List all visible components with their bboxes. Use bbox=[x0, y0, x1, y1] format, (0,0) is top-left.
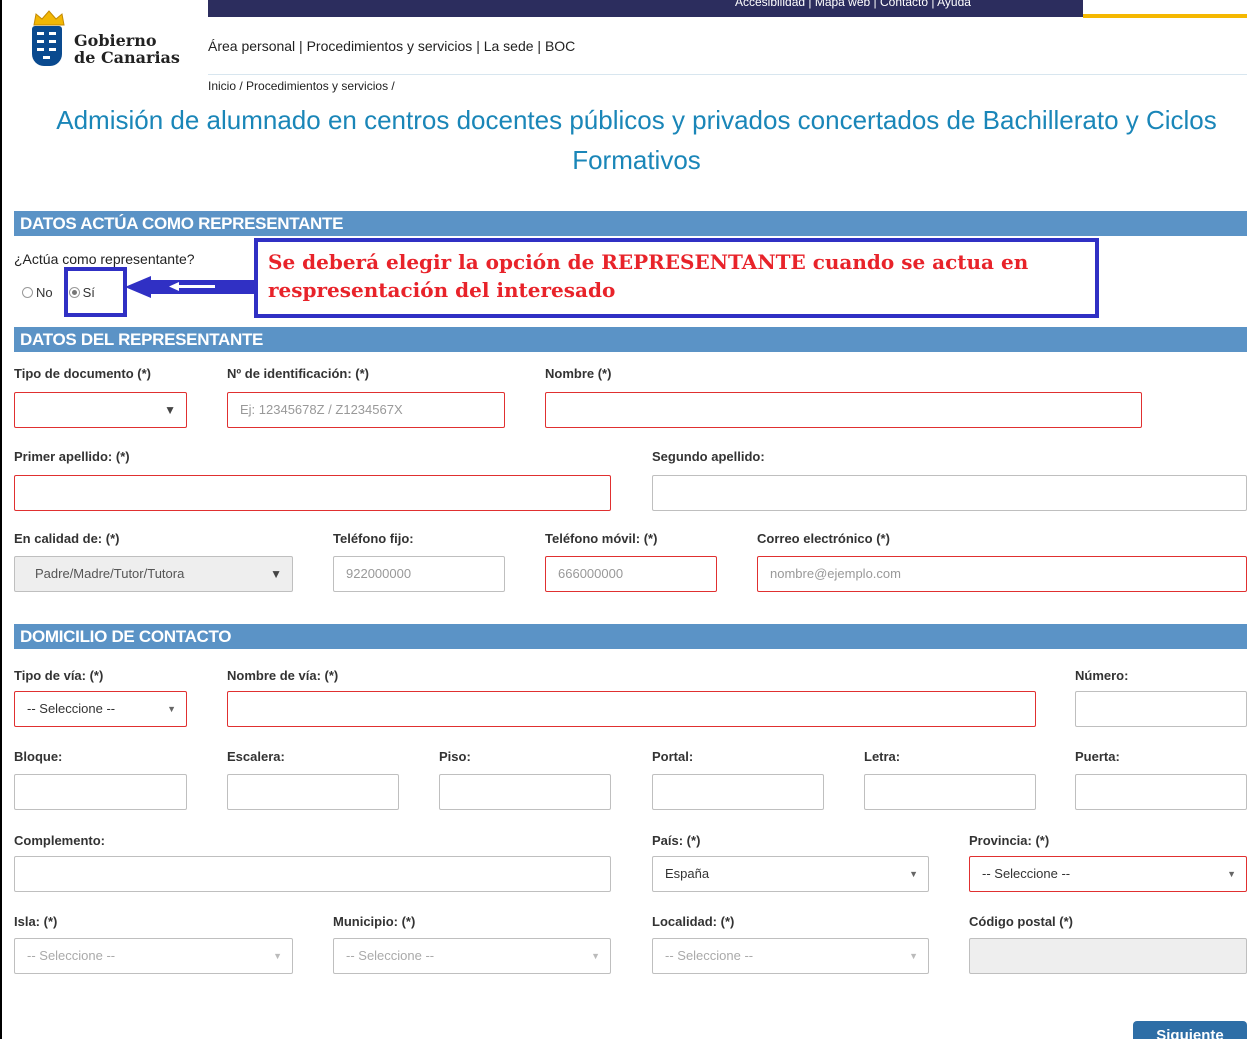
municipio-label: Municipio: (*) bbox=[333, 914, 416, 929]
correo-placeholder: nombre@ejemplo.com bbox=[770, 566, 901, 581]
localidad-select[interactable]: -- Seleccione -- ▼ bbox=[652, 938, 929, 974]
isla-value: -- Seleccione -- bbox=[27, 948, 116, 963]
calidad-value: Padre/Madre/Tutor/Tutora bbox=[35, 566, 185, 581]
nav-divider bbox=[208, 74, 1247, 75]
num-identificacion-input[interactable]: Ej: 12345678Z / Z1234567X bbox=[227, 392, 505, 428]
top-accent-stripe bbox=[1083, 14, 1247, 18]
provincia-value: -- Seleccione -- bbox=[982, 866, 1071, 881]
portal-input[interactable] bbox=[652, 774, 824, 810]
logo-text: Gobierno de Canarias bbox=[74, 32, 180, 66]
tipo-documento-label: Tipo de documento (*) bbox=[14, 366, 151, 381]
piso-input[interactable] bbox=[439, 774, 611, 810]
logo-line-2: de Canarias bbox=[74, 48, 180, 67]
primer-apellido-label: Primer apellido: (*) bbox=[14, 449, 130, 464]
puerta-label: Puerta: bbox=[1075, 749, 1120, 764]
dropdown-caret-icon: ▼ bbox=[270, 567, 282, 581]
representante-question-label: ¿Actúa como representante? bbox=[14, 251, 195, 267]
localidad-label: Localidad: (*) bbox=[652, 914, 735, 929]
segundo-apellido-label: Segundo apellido: bbox=[652, 449, 765, 464]
segundo-apellido-input[interactable] bbox=[652, 475, 1247, 511]
complemento-label: Complemento: bbox=[14, 833, 105, 848]
complemento-input[interactable] bbox=[14, 856, 611, 892]
nombre-input[interactable] bbox=[545, 392, 1142, 428]
radio-no-label[interactable]: No bbox=[36, 285, 53, 300]
pais-select[interactable]: España ▼ bbox=[652, 856, 929, 892]
next-button[interactable]: Siguiente bbox=[1133, 1021, 1247, 1039]
section-header-datos-representante: DATOS DEL REPRESENTANTE bbox=[14, 327, 1247, 352]
num-identificacion-placeholder: Ej: 12345678Z / Z1234567X bbox=[240, 402, 403, 417]
telefono-movil-placeholder: 666000000 bbox=[558, 566, 624, 581]
nombre-via-input[interactable] bbox=[227, 691, 1036, 727]
letra-input[interactable] bbox=[864, 774, 1036, 810]
municipio-select[interactable]: -- Seleccione -- ▼ bbox=[333, 938, 611, 974]
escalera-label: Escalera: bbox=[227, 749, 285, 764]
pais-value: España bbox=[665, 866, 710, 881]
shield-icon bbox=[32, 26, 62, 66]
tipo-documento-select[interactable]: ▼ bbox=[14, 392, 187, 428]
correo-label: Correo electrónico (*) bbox=[757, 531, 890, 546]
dropdown-caret-icon: ▼ bbox=[909, 951, 918, 961]
codigo-postal-label: Código postal (*) bbox=[969, 914, 1073, 929]
dropdown-caret-icon: ▼ bbox=[167, 704, 176, 714]
breadcrumb[interactable]: Inicio / Procedimientos y servicios / bbox=[208, 79, 395, 93]
provincia-select[interactable]: -- Seleccione -- ▼ bbox=[969, 856, 1247, 892]
tipo-via-label: Tipo de vía: (*) bbox=[14, 668, 104, 683]
radio-no[interactable] bbox=[22, 287, 33, 298]
annotation-arrow-icon bbox=[125, 276, 257, 298]
telefono-fijo-placeholder: 922000000 bbox=[346, 566, 412, 581]
nombre-via-label: Nombre de vía: (*) bbox=[227, 668, 339, 683]
tipo-via-value: -- Seleccione -- bbox=[27, 701, 116, 716]
escalera-input[interactable] bbox=[227, 774, 399, 810]
telefono-fijo-label: Teléfono fijo: bbox=[333, 531, 414, 546]
bloque-input[interactable] bbox=[14, 774, 187, 810]
dropdown-caret-icon: ▼ bbox=[591, 951, 600, 961]
annotation-callout: Se deberá elegir la opción de REPRESENTA… bbox=[254, 238, 1099, 318]
section-header-actua-representante: DATOS ACTÚA COMO REPRESENTANTE bbox=[14, 211, 1247, 236]
callout-line-2: respresentación del interesado bbox=[268, 278, 616, 302]
primer-apellido-input[interactable] bbox=[14, 475, 611, 511]
dropdown-caret-icon: ▼ bbox=[164, 403, 176, 417]
tipo-via-select[interactable]: -- Seleccione -- ▼ bbox=[14, 691, 187, 727]
annotation-highlight-box bbox=[64, 267, 127, 317]
dropdown-caret-icon: ▼ bbox=[1227, 869, 1236, 879]
dropdown-caret-icon: ▼ bbox=[909, 869, 918, 879]
section-header-domicilio: DOMICILIO DE CONTACTO bbox=[14, 624, 1247, 649]
bloque-label: Bloque: bbox=[14, 749, 63, 764]
codigo-postal-input[interactable] bbox=[969, 938, 1247, 974]
isla-label: Isla: (*) bbox=[14, 914, 58, 929]
letra-label: Letra: bbox=[864, 749, 901, 764]
municipio-value: -- Seleccione -- bbox=[346, 948, 435, 963]
localidad-value: -- Seleccione -- bbox=[665, 948, 754, 963]
page-title: Admisión de alumnado en centros docentes… bbox=[56, 105, 1217, 175]
logo-line-1: Gobierno bbox=[74, 31, 157, 50]
nombre-label: Nombre (*) bbox=[545, 366, 612, 381]
numero-input[interactable] bbox=[1075, 691, 1247, 727]
puerta-input[interactable] bbox=[1075, 774, 1247, 810]
telefono-fijo-input[interactable]: 922000000 bbox=[333, 556, 505, 592]
calidad-select[interactable]: Padre/Madre/Tutor/Tutora ▼ bbox=[14, 556, 293, 592]
window-left-border bbox=[0, 0, 10, 1039]
callout-line-1: Se deberá elegir la opción de REPRESENTA… bbox=[268, 250, 1029, 274]
correo-input[interactable]: nombre@ejemplo.com bbox=[757, 556, 1247, 592]
portal-label: Portal: bbox=[652, 749, 694, 764]
calidad-label: En calidad de: (*) bbox=[14, 531, 120, 546]
provincia-label: Provincia: (*) bbox=[969, 833, 1050, 848]
pais-label: País: (*) bbox=[652, 833, 701, 848]
dropdown-caret-icon: ▼ bbox=[273, 951, 282, 961]
telefono-movil-input[interactable]: 666000000 bbox=[545, 556, 717, 592]
gobierno-canarias-logo[interactable]: Gobierno de Canarias bbox=[30, 10, 190, 76]
telefono-movil-label: Teléfono móvil: (*) bbox=[545, 531, 658, 546]
piso-label: Piso: bbox=[439, 749, 471, 764]
utility-links[interactable]: Accesibilidad | Mapa web | Contacto | Ay… bbox=[735, 0, 971, 9]
num-identificacion-label: Nº de identificación: (*) bbox=[227, 366, 369, 381]
numero-label: Número: bbox=[1075, 668, 1129, 683]
isla-select[interactable]: -- Seleccione -- ▼ bbox=[14, 938, 293, 974]
main-navigation[interactable]: Área personal | Procedimientos y servici… bbox=[208, 38, 575, 54]
crown-icon bbox=[33, 10, 65, 26]
